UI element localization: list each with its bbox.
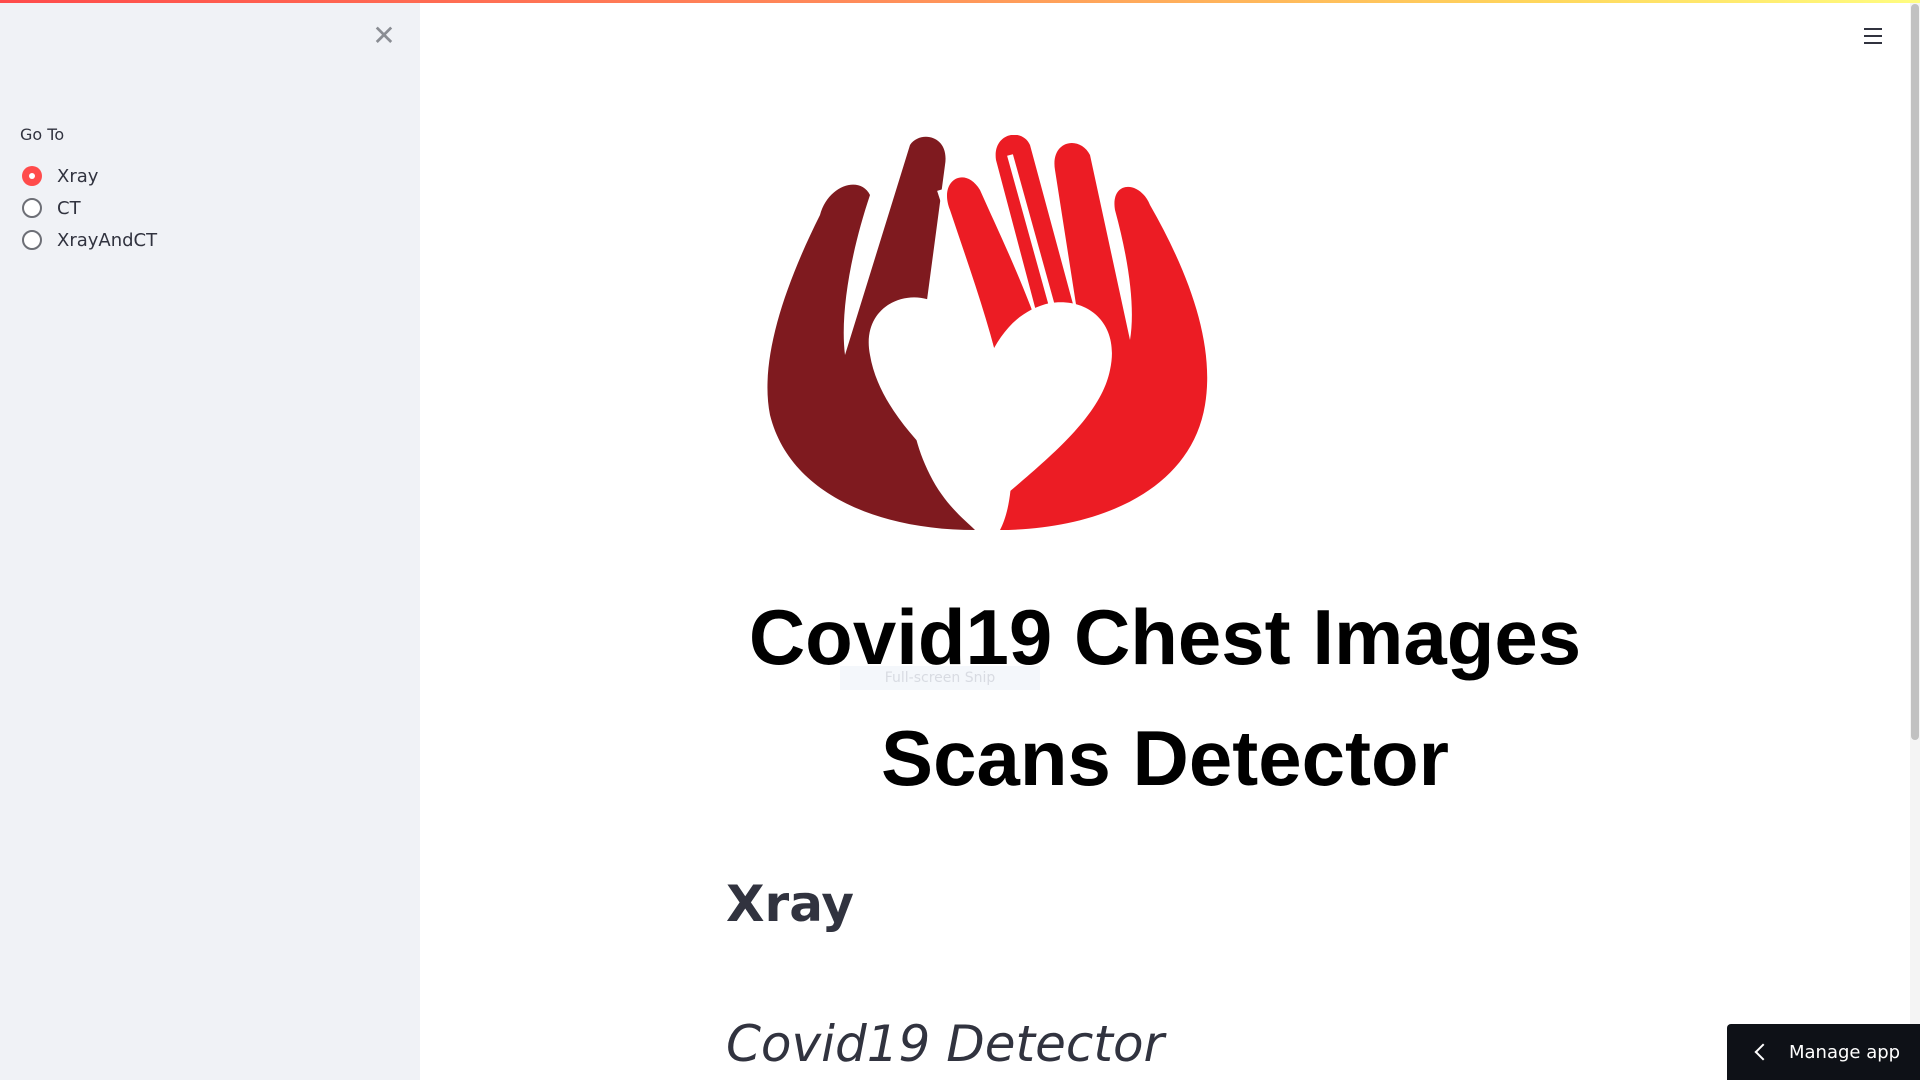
radio-unselected-icon[interactable]	[22, 230, 42, 250]
hands-heart-logo	[767, 135, 1208, 530]
radio-selected-icon[interactable]	[22, 166, 42, 186]
radio-option-xray[interactable]: Xray	[22, 162, 98, 190]
hamburger-menu-icon[interactable]	[1854, 24, 1894, 48]
scrollbar-thumb[interactable]	[1911, 4, 1919, 740]
radio-option-label: Xray	[57, 165, 99, 187]
radio-option-ct[interactable]: CT	[22, 194, 81, 222]
sidebar: ✕ Go To Xray CT XrayAndCT	[0, 0, 420, 1080]
snip-overlay-label: Full-screen Snip	[840, 666, 1040, 690]
chevron-left-icon	[1754, 1043, 1772, 1061]
page-title-line-2: Scans Detector	[881, 714, 1449, 802]
radio-option-label: CT	[57, 197, 81, 219]
sub-heading: Covid19 Detector	[726, 1015, 1165, 1073]
top-accent-bar	[0, 0, 1920, 3]
radio-unselected-icon[interactable]	[22, 198, 42, 218]
radio-group-label: Go To	[20, 125, 65, 144]
close-icon[interactable]: ✕	[372, 22, 396, 50]
manage-app-label: Manage app	[1789, 1041, 1901, 1063]
section-heading: Xray	[726, 875, 855, 933]
radio-option-label: XrayAndCT	[57, 229, 158, 251]
radio-option-xrayandct[interactable]: XrayAndCT	[22, 226, 157, 254]
manage-app-button[interactable]: Manage app	[1727, 1024, 1920, 1080]
